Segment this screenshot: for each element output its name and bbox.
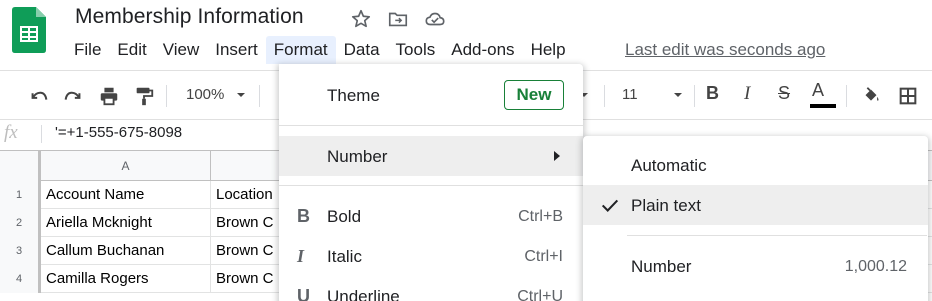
redo-icon[interactable]	[62, 85, 84, 107]
menu-item-label: Number	[327, 147, 388, 166]
underline-icon: U	[297, 286, 310, 301]
cell-a3[interactable]: Callum Buchanan	[41, 237, 211, 265]
menu-file[interactable]: File	[66, 36, 109, 64]
font-size-chevron-down-icon[interactable]	[670, 87, 686, 103]
menu-view[interactable]: View	[155, 36, 208, 64]
menu-help[interactable]: Help	[523, 36, 574, 64]
row-header[interactable]: 4	[0, 265, 41, 293]
menu-item-underline[interactable]: U Underline Ctrl+U	[279, 277, 583, 301]
italic-icon: I	[297, 246, 305, 266]
row-header[interactable]: 1	[0, 181, 41, 209]
bold-button[interactable]: B	[706, 83, 719, 104]
bold-icon: B	[297, 206, 310, 226]
new-badge: New	[504, 80, 564, 110]
menu-item-label: Plain text	[631, 196, 701, 215]
menu-item-label: Number	[631, 257, 692, 276]
toolbar-divider	[166, 85, 167, 107]
number-format-submenu: Automatic Plain text Number 1,000.12	[583, 136, 928, 301]
toolbar-divider	[694, 85, 695, 107]
document-title[interactable]: Membership Information	[75, 5, 304, 29]
menu-format[interactable]: Format	[265, 36, 336, 64]
menu-data[interactable]: Data	[336, 36, 388, 64]
undo-icon[interactable]	[28, 85, 50, 107]
menu-item-label: Automatic	[631, 156, 707, 175]
format-sample: 1,000.12	[844, 258, 907, 275]
formula-input[interactable]: '=+1-555-675-8098	[55, 124, 182, 141]
menu-edit[interactable]: Edit	[109, 36, 154, 64]
strikethrough-button[interactable]: S	[778, 83, 790, 104]
menu-tools[interactable]: Tools	[388, 36, 444, 64]
menu-item-bold[interactable]: B Bold Ctrl+B	[279, 197, 583, 237]
menu-divider	[279, 185, 583, 186]
submenu-arrow-icon	[554, 151, 560, 161]
menu-item-label: Italic	[327, 247, 362, 266]
toolbar-divider	[259, 85, 260, 107]
print-icon[interactable]	[98, 85, 120, 107]
checkmark-icon	[601, 199, 619, 212]
menu-item-plain-text[interactable]: Plain text	[583, 185, 928, 225]
star-icon[interactable]	[350, 8, 372, 30]
zoom-select[interactable]: 100%	[186, 86, 224, 103]
cloud-saved-icon[interactable]	[424, 8, 446, 30]
menu-item-label: Bold	[327, 207, 362, 226]
menu-item-shortcut: Ctrl+B	[518, 208, 563, 225]
menu-item-italic[interactable]: I Italic Ctrl+I	[279, 237, 583, 277]
menu-item-label: Theme	[327, 86, 380, 105]
italic-button[interactable]: I	[744, 83, 750, 105]
toolbar-divider	[846, 85, 847, 107]
text-color-swatch	[810, 104, 836, 108]
menu-item-shortcut: Ctrl+U	[517, 288, 563, 301]
font-size-select[interactable]: 11	[622, 86, 638, 103]
select-all-corner[interactable]	[0, 151, 41, 181]
format-menu: Theme New Number B Bold Ctrl+B I Italic …	[279, 64, 583, 301]
column-header-a[interactable]: A	[41, 151, 211, 181]
fx-icon: fx	[4, 122, 18, 143]
borders-icon[interactable]	[897, 85, 919, 107]
menu-item-number-format[interactable]: Number 1,000.12	[583, 246, 928, 286]
sheets-logo-icon[interactable]	[12, 7, 46, 53]
last-edit-link[interactable]: Last edit was seconds ago	[625, 40, 825, 60]
zoom-chevron-down-icon[interactable]	[233, 87, 249, 103]
text-color-button[interactable]: A	[812, 80, 824, 101]
formula-divider	[41, 125, 42, 143]
menu-item-automatic[interactable]: Automatic	[583, 145, 928, 185]
menu-bar: File Edit View Insert Format Data Tools …	[66, 36, 574, 64]
menu-insert[interactable]: Insert	[207, 36, 266, 64]
cell-a4[interactable]: Camilla Rogers	[41, 265, 211, 293]
toolbar-divider	[604, 85, 605, 107]
fill-color-icon[interactable]	[860, 85, 882, 107]
row-header[interactable]: 3	[0, 237, 41, 265]
menu-item-label: Underline	[327, 287, 400, 301]
menu-divider	[627, 235, 927, 236]
cell-a2[interactable]: Ariella Mcknight	[41, 209, 211, 237]
cell-a1[interactable]: Account Name	[41, 181, 211, 209]
menu-divider	[279, 125, 583, 126]
menu-item-number[interactable]: Number	[279, 136, 583, 176]
paint-format-icon[interactable]	[133, 85, 155, 107]
move-to-folder-icon[interactable]	[387, 8, 409, 30]
row-header[interactable]: 2	[0, 209, 41, 237]
menu-add-ons[interactable]: Add-ons	[443, 36, 522, 64]
menu-item-shortcut: Ctrl+I	[524, 248, 563, 265]
